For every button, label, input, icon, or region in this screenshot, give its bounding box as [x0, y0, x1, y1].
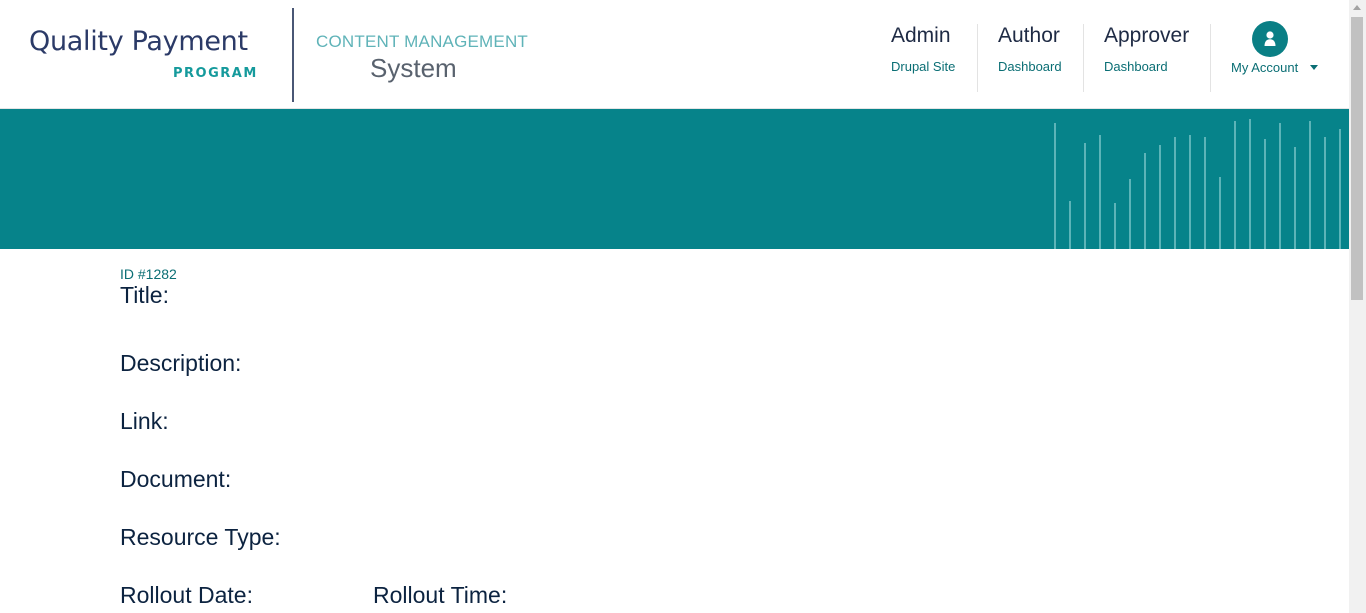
- my-account-menu[interactable]: My Account: [1231, 21, 1326, 81]
- scrollbar-thumb[interactable]: [1351, 17, 1363, 300]
- description-label: Description:: [120, 350, 242, 376]
- nav-approver-sub: Dashboard: [1104, 59, 1168, 74]
- nav-admin-sub: Drupal Site: [891, 59, 956, 74]
- header: Quality Payment PROGRAM CONTENT MANAGEME…: [0, 0, 1349, 109]
- nav-approver-title: Approver: [1104, 24, 1190, 47]
- rollout-date-label: Rollout Date:: [120, 582, 253, 608]
- logo-divider: [292, 8, 294, 102]
- user-avatar-icon: [1252, 21, 1288, 57]
- chevron-down-icon: [1310, 65, 1318, 70]
- page: Quality Payment PROGRAM CONTENT MANAGEME…: [0, 0, 1366, 613]
- nav-author-title: Author: [998, 24, 1060, 47]
- nav-divider: [977, 24, 978, 92]
- record-id: ID #1282: [120, 266, 177, 282]
- qpp-logo[interactable]: Quality Payment PROGRAM: [29, 26, 269, 86]
- nav-admin-title: Admin: [891, 24, 951, 47]
- my-account-label: My Account: [1231, 60, 1299, 75]
- scroll-up-arrow-icon[interactable]: [1353, 5, 1361, 10]
- resource-type-label: Resource Type:: [120, 524, 281, 550]
- banner-lines-decoration: [1054, 119, 1341, 249]
- rollout-time-label: Rollout Time:: [373, 582, 508, 608]
- cms-title-line1: CONTENT MANAGEMENT: [316, 32, 529, 51]
- logo-quality-payment: Quality Payment: [29, 26, 248, 57]
- document-label: Document:: [120, 466, 232, 492]
- nav-divider: [1210, 24, 1211, 92]
- title-label: Title:: [120, 282, 169, 308]
- nav-divider: [1083, 24, 1084, 92]
- vertical-scrollbar[interactable]: [1349, 0, 1366, 613]
- hero-banner: [0, 109, 1349, 249]
- logo-program: PROGRAM: [173, 66, 258, 81]
- link-label: Link:: [120, 408, 169, 434]
- cms-title-line2: System: [370, 53, 457, 83]
- nav-author-sub: Dashboard: [998, 59, 1062, 74]
